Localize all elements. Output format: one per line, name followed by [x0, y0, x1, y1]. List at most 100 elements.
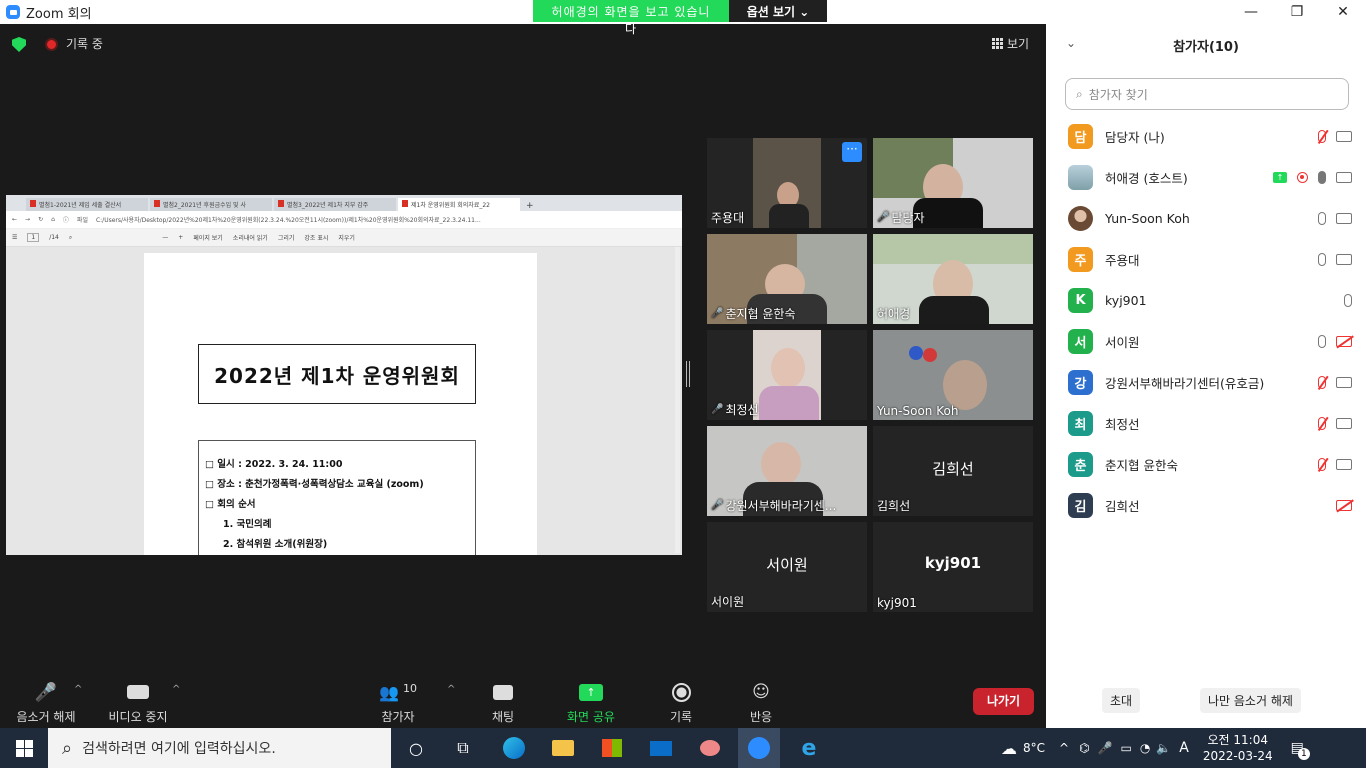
restore-button[interactable]: ❐ [1274, 0, 1320, 24]
stop-video-button[interactable]: 비디오 중지 [98, 680, 178, 725]
read-aloud-button[interactable]: 소리내어 읽기 [233, 233, 268, 242]
video-tile-active-speaker[interactable]: 허애경 [873, 234, 1033, 324]
paint-icon[interactable] [698, 736, 722, 760]
weather-temp[interactable]: 8°C [1023, 741, 1045, 755]
volume-icon[interactable]: 🔈 [1156, 741, 1171, 755]
wifi-icon[interactable]: ◔ [1140, 741, 1150, 755]
video-caret-icon[interactable]: ^ [172, 684, 180, 695]
audio-caret-icon[interactable]: ^ [74, 684, 82, 695]
video-off-icon[interactable] [1336, 500, 1352, 511]
split-handle[interactable] [686, 361, 690, 387]
ie-icon[interactable]: e [797, 736, 821, 761]
participant-row[interactable]: 담 담당자 (나) [1046, 116, 1366, 157]
mic-icon[interactable] [1318, 335, 1326, 348]
mic-icon[interactable] [1318, 171, 1326, 184]
battery-icon[interactable]: ▭ [1121, 741, 1132, 755]
participant-row[interactable]: 허애경 (호스트) ↑ [1046, 157, 1366, 198]
address-bar[interactable]: ← → ↻ ⌂ ⓘ 파일 C:/Users/사용자/Desktop/2022년%… [6, 211, 682, 229]
participant-row[interactable]: 춘 춘지협 윤한숙 [1046, 444, 1366, 485]
erase-button[interactable]: 지우기 [338, 233, 355, 242]
mic-tray-icon[interactable]: 🎤 [1098, 741, 1113, 755]
browser-tab-active[interactable]: 제1차 운영위원회 회의자료_22 [398, 198, 520, 211]
refresh-icon[interactable]: ↻ [38, 216, 43, 223]
participant-row[interactable]: 서 서이원 [1046, 321, 1366, 362]
participants-caret-icon[interactable]: ^ [447, 684, 455, 695]
mail-icon[interactable] [649, 736, 673, 760]
participant-row[interactable]: 김 김희선 [1046, 485, 1366, 526]
participant-row[interactable]: 주 주용대 [1046, 239, 1366, 280]
more-options-button[interactable]: ··· [842, 142, 862, 162]
search-icon[interactable]: ⌕ [69, 234, 72, 242]
video-camera-icon[interactable] [1336, 377, 1352, 388]
participant-row[interactable]: 최 최정선 [1046, 403, 1366, 444]
draw-button[interactable]: 그리기 [278, 233, 295, 242]
participant-row[interactable]: Yun-Soon Koh [1046, 198, 1366, 239]
notification-icon[interactable]: ▤ 1 [1291, 740, 1310, 760]
view-options-button[interactable]: 옵션 보기 ⌄ [729, 0, 827, 22]
zoom-taskbar-icon[interactable] [738, 728, 780, 768]
browser-tab[interactable]: 별첨3_2022년 제1차 지부 감주 [274, 198, 396, 211]
home-icon[interactable]: ⌂ [51, 216, 55, 223]
highlight-button[interactable]: 강조 표시 [304, 233, 328, 242]
participant-row[interactable]: K kyj901 [1046, 280, 1366, 321]
new-tab-icon[interactable]: + [522, 201, 538, 211]
shared-screen[interactable]: 별첨1-2021년 제입 세출 결산서 별첨2_2021년 후원금수입 및 사 … [6, 195, 682, 555]
windows-start-icon[interactable] [12, 736, 36, 760]
file-explorer-icon[interactable] [551, 736, 575, 760]
video-tile[interactable]: 김희선 김희선 [873, 426, 1033, 516]
participant-row[interactable]: 강 강원서부해바라기센터(유호금) [1046, 362, 1366, 403]
video-tile[interactable]: Yun-Soon Koh [873, 330, 1033, 420]
cortana-icon[interactable]: ○ [404, 736, 428, 760]
muted-mic-icon[interactable] [1318, 458, 1326, 471]
leave-button[interactable]: 나가기 [973, 688, 1034, 715]
edge-icon[interactable] [502, 736, 526, 760]
mic-icon[interactable] [1318, 253, 1326, 266]
video-camera-icon[interactable] [1336, 131, 1352, 142]
back-icon[interactable]: ← [12, 216, 17, 223]
zoom-out-icon[interactable]: — [162, 234, 168, 241]
minimize-button[interactable]: — [1228, 0, 1274, 24]
video-tile[interactable]: 서이원 서이원 [707, 522, 867, 612]
page-number-input[interactable]: 1 [27, 233, 40, 242]
video-camera-icon[interactable] [1336, 254, 1352, 265]
video-tile[interactable]: 🎤 담당자 [873, 138, 1033, 228]
browser-tab[interactable]: 별첨1-2021년 제입 세출 결산서 [26, 198, 148, 211]
view-button[interactable]: 보기 [992, 35, 1029, 52]
taskbar-search-input[interactable]: ⌕ 검색하려면 여기에 입력하십시오. [48, 728, 391, 768]
store-icon[interactable] [600, 736, 624, 760]
video-tile[interactable]: kyj901 kyj901 [873, 522, 1033, 612]
video-camera-icon[interactable] [1336, 418, 1352, 429]
mic-icon[interactable] [1344, 294, 1352, 307]
unmute-me-button[interactable]: 나만 음소거 해제 [1200, 688, 1301, 713]
video-camera-icon[interactable] [1336, 459, 1352, 470]
muted-mic-icon[interactable] [1318, 130, 1326, 143]
video-tile[interactable]: 🎤 강원서부해바라기센... [707, 426, 867, 516]
shield-icon[interactable] [12, 37, 26, 52]
share-screen-button[interactable]: ↑ 화면 공유 [551, 680, 631, 725]
ime-indicator[interactable]: A [1179, 740, 1189, 756]
scrollbar[interactable] [675, 247, 680, 553]
participants-button[interactable]: 👥 10 참가자 [358, 680, 438, 725]
video-camera-icon[interactable] [1336, 213, 1352, 224]
muted-mic-icon[interactable] [1318, 417, 1326, 430]
task-view-icon[interactable]: ⧉ [451, 736, 475, 760]
browser-tab[interactable]: 별첨2_2021년 후원금수입 및 사 [150, 198, 272, 211]
invite-button[interactable]: 초대 [1102, 688, 1141, 713]
mic-icon[interactable] [1318, 212, 1326, 225]
participant-search-input[interactable]: ⌕ 참가자 찾기 [1065, 78, 1349, 110]
reactions-button[interactable]: ☺ 반응 [721, 680, 801, 725]
zoom-in-icon[interactable]: + [178, 234, 183, 241]
chevron-up-icon[interactable]: ^ [1059, 741, 1069, 755]
video-tile[interactable]: 🎤 춘지협 윤한숙 [707, 234, 867, 324]
menu-icon[interactable]: ☰ [12, 234, 17, 241]
chat-button[interactable]: 채팅 [463, 680, 543, 725]
video-tile[interactable]: 🎤 최정선 [707, 330, 867, 420]
forward-icon[interactable]: → [25, 216, 30, 223]
video-camera-icon[interactable] [1336, 172, 1352, 183]
record-button[interactable]: 기록 [641, 680, 721, 725]
muted-mic-icon[interactable] [1318, 376, 1326, 389]
page-view-button[interactable]: 페이지 보기 [193, 233, 223, 242]
video-off-icon[interactable] [1336, 336, 1352, 347]
clock[interactable]: 오전 11:04 2022-03-24 [1203, 732, 1273, 764]
weather-cloud-icon[interactable]: ☁ [1001, 739, 1017, 758]
